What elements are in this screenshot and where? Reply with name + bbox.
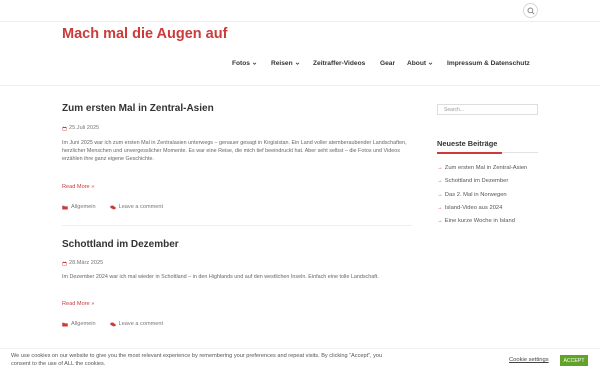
- calendar-icon: [62, 126, 67, 130]
- recent-post-label: Schottland im Dezember: [444, 178, 509, 184]
- post-meta: Allgemein Leave a comment: [62, 321, 163, 327]
- recent-post-label: Zum ersten Mal in Zentral-Asien: [444, 165, 528, 171]
- recent-post-link[interactable]: → Eine kurze Woche in Island: [437, 218, 515, 224]
- nav-item-impressum-datenschutz[interactable]: Impressum & Datenschutz: [447, 60, 530, 67]
- nav-item-about[interactable]: About: [407, 60, 433, 67]
- main-navigation: Fotos Reisen Zeitraffer-Videos Gear Abou…: [0, 60, 540, 72]
- nav-item-label: Fotos: [232, 60, 250, 67]
- comments-icon: [109, 322, 116, 326]
- recent-post-link[interactable]: → Island-Video aus 2024: [437, 205, 502, 211]
- nav-item-fotos[interactable]: Fotos: [232, 60, 257, 67]
- recent-post-label: Island-Video aus 2024: [444, 205, 503, 211]
- header-divider: [0, 85, 600, 86]
- calendar-icon: [62, 261, 67, 265]
- chevron-down-icon: [428, 62, 433, 65]
- nav-item-label: About: [407, 60, 427, 67]
- post-category-link[interactable]: Allgemein: [71, 204, 96, 210]
- header-search-button[interactable]: [523, 3, 538, 18]
- post-title[interactable]: Schottland im Dezember: [62, 239, 179, 250]
- post-comments-link[interactable]: Leave a comment: [119, 204, 163, 210]
- post-excerpt: Im Dezember 2024 war ich mal wieder in S…: [62, 274, 379, 280]
- chevron-down-icon: [295, 62, 299, 65]
- arrow-right-icon: →: [437, 192, 443, 198]
- arrow-right-icon: →: [437, 165, 443, 171]
- folder-icon: [62, 205, 68, 209]
- nav-item-label: Zeitraffer-Videos: [313, 60, 366, 67]
- nav-item-reisen[interactable]: Reisen: [271, 60, 300, 67]
- post-title[interactable]: Zum ersten Mal in Zentral-Asien: [62, 103, 214, 114]
- recent-post-link[interactable]: → Schottland im Dezember: [437, 178, 508, 184]
- post-excerpt: Im Juni 2025 war ich zum ersten Mal in Z…: [62, 140, 407, 162]
- read-more-link[interactable]: Read More »: [62, 301, 94, 307]
- nav-item-label: Reisen: [271, 60, 293, 67]
- post-divider: [62, 225, 412, 226]
- sidebar-search-input[interactable]: Search...: [437, 104, 538, 115]
- nav-item-label: Gear: [380, 60, 396, 67]
- cookie-settings-link[interactable]: Cookie settings: [509, 357, 549, 363]
- read-more-link[interactable]: Read More »: [62, 184, 94, 190]
- post-meta: Allgemein Leave a comment: [62, 204, 163, 210]
- cookie-consent-text: We use cookies on our website to give yo…: [11, 353, 383, 367]
- search-icon: [526, 6, 535, 15]
- recent-post-link[interactable]: → Das 2. Mal in Norwegen: [437, 192, 507, 198]
- arrow-right-icon: →: [437, 218, 443, 224]
- cookie-consent-bar: We use cookies on our website to give yo…: [0, 348, 600, 375]
- widget-title: Neueste Beiträge: [437, 139, 498, 148]
- nav-item-gear[interactable]: Gear: [380, 60, 395, 67]
- post-date: 25.Juli 2025: [62, 125, 99, 131]
- arrow-right-icon: →: [437, 178, 443, 184]
- post-date-text: 28.März 2025: [69, 260, 104, 266]
- site-title[interactable]: Mach mal die Augen auf: [62, 26, 227, 42]
- top-bar: [0, 0, 600, 22]
- widget-title-underline: [437, 151, 538, 154]
- post-date: 28.März 2025: [62, 260, 103, 266]
- comments-icon: [109, 205, 116, 209]
- cookie-accept-button[interactable]: ACCEPT: [560, 355, 588, 366]
- nav-item-zeitraffer-videos[interactable]: Zeitraffer-Videos: [313, 60, 365, 67]
- nav-item-label: Impressum & Datenschutz: [447, 60, 530, 67]
- arrow-right-icon: →: [437, 205, 443, 211]
- post-comments-link[interactable]: Leave a comment: [119, 321, 163, 327]
- recent-post-label: Eine kurze Woche in Island: [444, 218, 515, 224]
- folder-icon: [62, 322, 68, 326]
- recent-post-link[interactable]: → Zum ersten Mal in Zentral-Asien: [437, 165, 527, 171]
- post-category-link[interactable]: Allgemein: [71, 321, 96, 327]
- chevron-down-icon: [252, 62, 257, 65]
- recent-post-label: Das 2. Mal in Norwegen: [444, 192, 507, 198]
- post-date-text: 25.Juli 2025: [69, 125, 100, 131]
